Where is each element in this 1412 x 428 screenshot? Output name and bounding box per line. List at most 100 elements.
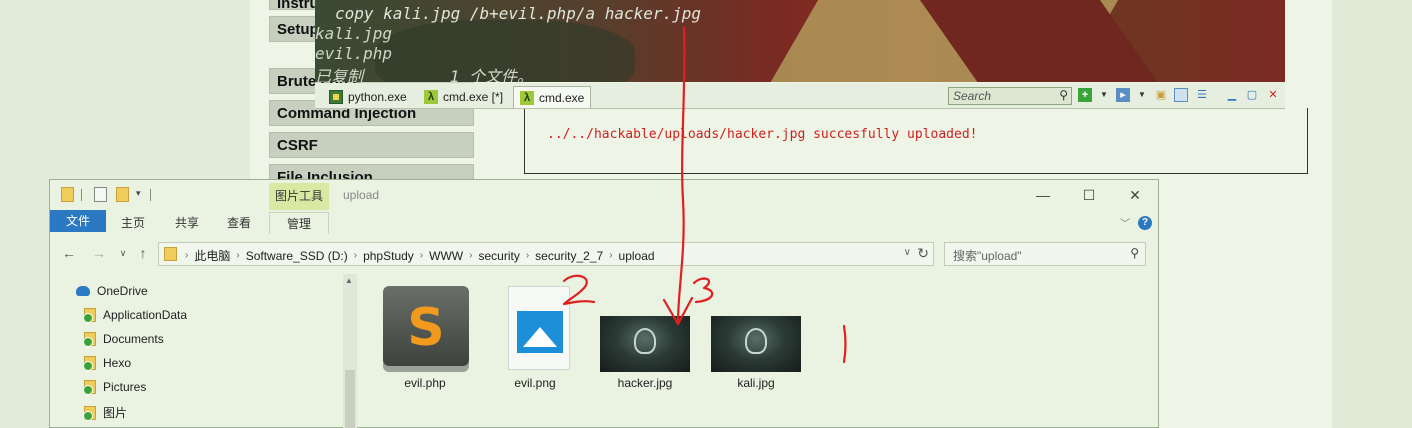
navigation-bar: ← → ∨ ↑ › 此电脑 › Software_SSD (D:) › phpS… — [50, 240, 1158, 268]
breadcrumb-item[interactable]: upload — [619, 249, 655, 263]
dropdown-arrow-icon[interactable]: ▼ — [1097, 88, 1111, 102]
toolbar-divider — [81, 189, 82, 201]
chevron-right-icon: › — [525, 250, 530, 261]
console-tab-cmd-1[interactable]: λ cmd.exe [*] — [418, 86, 509, 108]
image-thumbnail — [711, 316, 801, 372]
customize-toolbar-icon[interactable]: ▾ — [136, 188, 141, 199]
sidebar-item-label: Hexo — [103, 356, 132, 370]
chevron-down-icon[interactable]: ﹀ — [1120, 215, 1130, 230]
menu-icon[interactable]: ☰ — [1195, 88, 1209, 102]
folder-icon — [83, 405, 96, 421]
picture-tools-tab[interactable]: 图片工具 — [269, 183, 329, 210]
tab-home[interactable]: 主页 — [112, 212, 154, 234]
scrollbar-thumb[interactable] — [345, 370, 355, 428]
breadcrumb-item[interactable]: security_2_7 — [535, 249, 603, 263]
maximize-icon[interactable]: ▢ — [1245, 88, 1259, 102]
breadcrumb-item[interactable]: WWW — [429, 249, 463, 263]
help-icon[interactable]: ? — [1138, 216, 1152, 230]
tab-view[interactable]: 查看 — [218, 212, 260, 234]
tab-manage[interactable]: 管理 — [269, 212, 329, 234]
explorer-title-bar: ▾ 图片工具 upload — ☐ ✕ — [50, 180, 1158, 210]
breadcrumb: › 此电脑 › Software_SSD (D:) › phpStudy › W… — [185, 247, 655, 264]
console-tab-python[interactable]: python.exe — [323, 86, 413, 108]
python-icon — [329, 90, 343, 104]
image-file-icon — [508, 286, 570, 370]
sidebar-item-label: OneDrive — [97, 284, 148, 298]
sidebar-item-applicationdata[interactable]: ApplicationData — [83, 308, 187, 323]
sidebar-item-pictures[interactable]: Pictures — [83, 380, 147, 395]
minimize-icon[interactable]: — — [1020, 184, 1066, 206]
explorer-search-input[interactable]: 搜索"upload" ⚲ — [944, 242, 1146, 266]
kali-dragon-glyph — [634, 328, 656, 354]
chevron-up-icon[interactable]: ▲ — [345, 276, 353, 285]
forward-arrow-icon[interactable]: → — [90, 244, 108, 262]
cloud-icon — [76, 286, 90, 296]
folder-icon — [61, 187, 74, 202]
tab-share[interactable]: 共享 — [166, 212, 208, 234]
recent-locations-icon[interactable]: ∨ — [114, 244, 132, 262]
sidebar-scrollbar[interactable]: ▲ — [343, 274, 357, 428]
maximize-icon[interactable]: ☐ — [1066, 184, 1112, 206]
tab-label: cmd.exe — [539, 90, 585, 105]
file-name: kali.jpg — [737, 376, 775, 390]
sidebar-item-onedrive[interactable]: OneDrive — [76, 284, 148, 298]
sidebar-item-hexo[interactable]: Hexo — [83, 356, 132, 371]
lambda-icon: λ — [424, 90, 438, 104]
file-name: evil.png — [514, 376, 556, 390]
close-icon[interactable]: ✕ — [1112, 184, 1158, 206]
folder-icon — [164, 247, 177, 261]
new-console-icon[interactable]: + — [1078, 88, 1092, 102]
console-tab-cmd-2[interactable]: λ cmd.exe — [513, 86, 592, 108]
sidebar-item-label: 图片 — [103, 406, 128, 420]
breadcrumb-item[interactable]: security — [478, 249, 519, 263]
properties-icon[interactable] — [94, 187, 107, 202]
folder-icon — [83, 308, 96, 323]
sidebar-item-documents[interactable]: Documents — [83, 332, 164, 347]
window-title: upload — [343, 188, 380, 202]
chevron-right-icon: › — [469, 250, 473, 261]
menu-item-csrf[interactable]: CSRF — [269, 132, 474, 158]
tab-file[interactable]: 文件 — [50, 210, 106, 232]
sidebar-item-pictures-cn[interactable]: 图片 — [83, 404, 128, 421]
close-icon[interactable]: ✕ — [1266, 88, 1280, 102]
breadcrumb-item[interactable]: Software_SSD (D:) — [246, 249, 348, 263]
image-thumbnail — [600, 316, 690, 372]
chevron-down-icon[interactable]: ∨ — [904, 247, 911, 258]
console-search-input[interactable]: Search ⚲ — [948, 87, 1072, 105]
refresh-icon[interactable]: ↻ — [917, 245, 929, 262]
address-bar[interactable]: › 此电脑 › Software_SSD (D:) › phpStudy › W… — [158, 242, 934, 266]
search-icon: ⚲ — [1130, 246, 1139, 260]
search-placeholder: Search — [953, 89, 992, 103]
kali-dragon-glyph — [745, 328, 767, 354]
sidebar-item-label: Documents — [103, 332, 164, 346]
tab-label: python.exe — [348, 90, 407, 104]
search-icon: ⚲ — [1059, 88, 1068, 102]
new-folder-icon[interactable] — [116, 187, 129, 202]
panel-icon[interactable] — [1174, 88, 1188, 102]
back-arrow-icon[interactable]: ← — [60, 244, 78, 262]
file-list: evil.php evil.png hacker.jpg kali.jpg — [370, 280, 1150, 425]
run-icon[interactable]: ▸ — [1116, 88, 1130, 102]
chevron-right-icon: › — [419, 250, 424, 261]
file-name: evil.php — [404, 376, 446, 390]
console-command-line: copy kali.jpg /b+evil.php/a hacker.jpg — [335, 4, 702, 23]
tab-label: cmd.exe [*] — [443, 90, 504, 104]
console-output[interactable]: copy kali.jpg /b+evil.php/a hacker.jpg k… — [315, 0, 1285, 82]
folder-icon — [83, 380, 96, 395]
chevron-right-icon: › — [353, 250, 358, 261]
dropdown-arrow-icon[interactable]: ▼ — [1135, 88, 1149, 102]
chevron-right-icon: › — [236, 250, 240, 261]
chevron-right-icon: › — [185, 250, 189, 261]
picture-glyph — [517, 311, 563, 353]
minimize-icon[interactable]: ▁ — [1225, 88, 1239, 102]
sublime-text-icon — [383, 286, 469, 366]
lock-icon[interactable]: ▣ — [1154, 88, 1168, 102]
folder-icon — [83, 332, 96, 347]
breadcrumb-item[interactable]: 此电脑 — [194, 247, 230, 264]
toolbar-divider — [150, 189, 151, 201]
chevron-right-icon: › — [609, 250, 613, 261]
ribbon-tabs: 文件 主页 共享 查看 管理 ﹀ ? — [50, 210, 1158, 234]
breadcrumb-item[interactable]: phpStudy — [363, 249, 414, 263]
up-arrow-icon[interactable]: ↑ — [134, 244, 152, 262]
sidebar-item-label: Pictures — [103, 380, 147, 394]
